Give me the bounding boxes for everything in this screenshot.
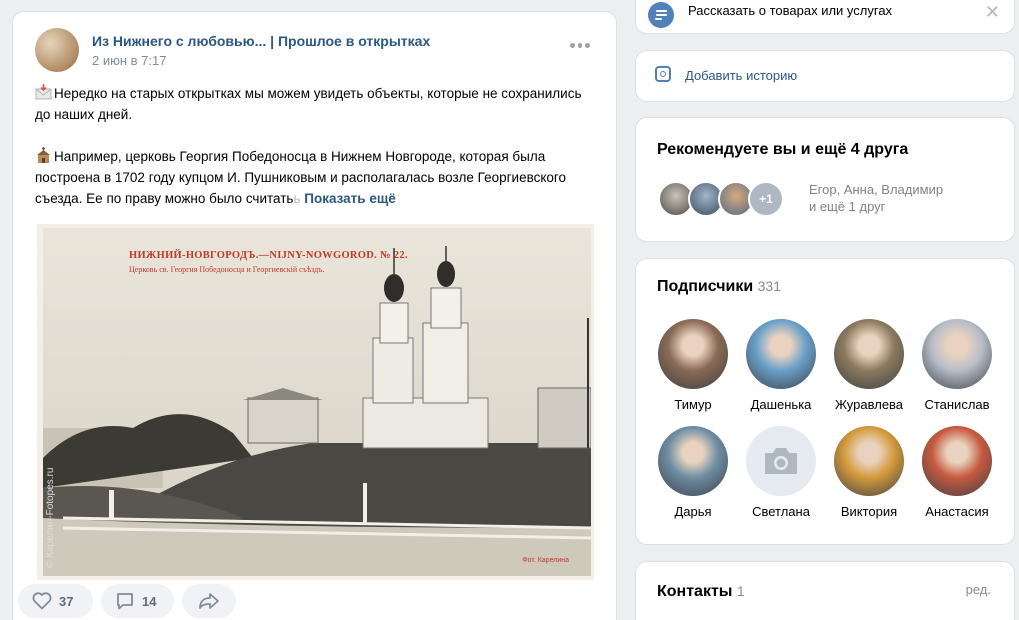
subscribers-card: Подписчики 331 Тимур Дашенька Журавлева Ста… [635,258,1015,545]
postcard-photographer: Фот. Карелина [522,557,569,564]
subscribers-title[interactable]: Подписчики 331 [657,278,781,296]
post-text-paragraph-2: Например, церковь Георгия Победоносца в … [35,149,567,206]
comment-button[interactable]: 14 [101,584,174,618]
subscriber-avatar[interactable] [834,319,904,389]
subscriber-item[interactable]: Дашенька [737,319,825,412]
postcard-title: НИЖНИЙ-НОВГОРОДЪ.—NIJNY-NOWGOROD. № 22. [129,250,408,261]
subscriber-avatar[interactable] [658,319,728,389]
subscriber-avatar[interactable] [922,319,992,389]
contacts-title[interactable]: Контакты 1 [657,583,745,601]
share-icon [199,593,219,609]
comment-icon [117,593,133,610]
recommend-title: Рекомендуете вы и ещё 4 друга [657,141,909,158]
subscriber-item[interactable]: Тимур [649,319,737,412]
heart-icon [32,592,52,610]
subscriber-item[interactable]: Виктория [825,426,913,519]
subscriber-name[interactable]: Светлана [752,504,810,519]
contacts-card: Контакты 1 ред. [635,561,1015,620]
friend-names-line2: и ещё 1 друг [809,199,886,214]
group-name-link[interactable]: Из Нижнего с любовью... | Прошлое в откр… [92,33,430,49]
share-button[interactable] [182,584,236,618]
subscriber-item[interactable]: Журавлева [825,319,913,412]
post-text: Нередко на старых открытках мы можем уви… [35,84,582,206]
subscriber-avatar[interactable] [922,426,992,496]
camera-icon [655,66,671,82]
postcard-drawing [43,228,591,576]
tell-about-card[interactable]: Рассказать о товарах или услугах ✕ [635,0,1015,34]
watermark: © Карелин-Fotopes.ru [45,467,56,568]
post-card: Из Нижнего с любовью... | Прошлое в откр… [12,11,617,620]
tell-about-link[interactable]: Рассказать о товарах или услугах [688,3,892,18]
subscribers-label: Подписчики [657,278,754,295]
subscriber-avatar[interactable] [746,319,816,389]
postcard-subtitle: Церковь св. Георгия Победоносца и Георги… [129,265,325,274]
contacts-label: Контакты [657,583,733,600]
subscriber-item[interactable]: Светлана [737,426,825,519]
subscribers-count: 331 [757,278,781,294]
more-friends-badge[interactable]: +1 [748,181,784,217]
subscriber-name[interactable]: Дарья [674,504,711,519]
subscriber-item[interactable]: Станислав [913,319,1001,412]
recommend-card: Рекомендуете вы и ещё 4 друга +1 Егор, А… [635,117,1015,242]
subscriber-name[interactable]: Журавлева [835,397,903,412]
postcard-image: НИЖНИЙ-НОВГОРОДЪ.—NIJNY-NOWGOROD. № 22. … [43,228,591,576]
show-more-link[interactable]: Показать ещё [304,191,396,206]
add-story-card[interactable]: Добавить историю [635,50,1015,102]
subscriber-name[interactable]: Тимур [674,397,711,412]
subscriber-avatar[interactable] [658,426,728,496]
like-button[interactable]: 37 [18,584,93,618]
subscriber-item[interactable]: Дарья [649,426,737,519]
like-count: 37 [59,593,74,609]
close-icon[interactable]: ✕ [985,3,1000,21]
group-avatar[interactable] [35,28,79,72]
friend-avatars[interactable]: +1 [658,181,784,217]
subscriber-name[interactable]: Виктория [841,504,897,519]
contacts-edit-link[interactable]: ред. [966,582,991,597]
friend-names-line1: Егор, Анна, Владимир [809,182,944,197]
church-emoji-icon [37,147,50,163]
post-date[interactable]: 2 июн в 7:17 [92,53,166,68]
contacts-count: 1 [736,583,745,599]
subscribers-grid: Тимур Дашенька Журавлева Станислав Дарья Свет… [649,319,1004,519]
envelope-emoji-icon [35,84,52,100]
camera-placeholder-icon [765,448,797,474]
list-icon [648,2,674,28]
subscriber-avatar[interactable] [746,426,816,496]
post-actions: 37 14 [18,584,236,618]
comment-count: 14 [142,593,157,609]
subscriber-item[interactable]: Анастасия [913,426,1001,519]
post-text-paragraph-1: Нередко на старых открытках мы можем уви… [35,86,582,122]
subscriber-avatar[interactable] [834,426,904,496]
subscriber-name[interactable]: Станислав [924,397,989,412]
more-options-icon[interactable] [570,43,591,49]
add-story-link[interactable]: Добавить историю [685,68,797,83]
subscriber-name[interactable]: Анастасия [925,504,988,519]
subscriber-name[interactable]: Дашенька [751,397,812,412]
post-photo[interactable]: НИЖНИЙ-НОВГОРОДЪ.—NIJNY-NOWGOROD. № 22. … [37,224,594,580]
friend-names[interactable]: Егор, Анна, Владимир и ещё 1 друг [809,181,943,215]
